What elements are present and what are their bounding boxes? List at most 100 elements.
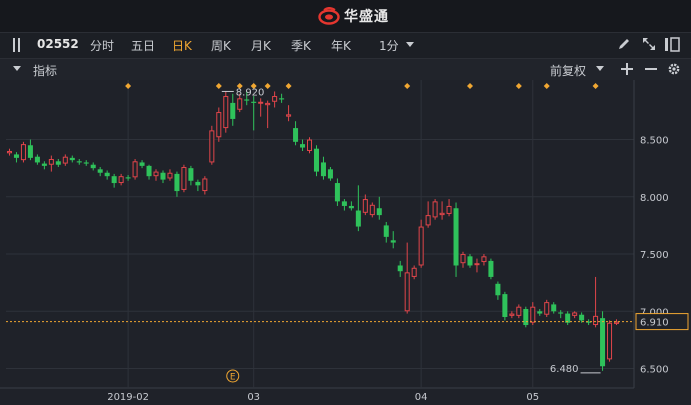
candle-body-up: [446, 205, 452, 214]
candle-body-down: [27, 145, 33, 158]
x-tick-label: 03: [247, 392, 260, 403]
period-toolbar: 02552 分时 五日 日K 周K 月K 季K 年K 1分: [0, 33, 691, 59]
high-label: 8.920: [236, 87, 265, 98]
candle-body-up: [118, 176, 124, 184]
candle-body-down: [34, 156, 40, 163]
candle-body-down: [146, 165, 152, 177]
candle-body-up: [272, 96, 278, 102]
candle-body-down: [104, 172, 110, 177]
candle-body-down: [97, 169, 103, 173]
candle-body-down: [376, 208, 382, 216]
candle-body-down: [41, 163, 47, 166]
candle-body-down: [327, 169, 333, 179]
candle-body-up: [237, 98, 243, 110]
app-title: 华盛通: [344, 9, 389, 25]
candle-body-down: [111, 176, 117, 184]
candle-body-down: [244, 99, 250, 101]
candle-body-down: [488, 260, 494, 277]
candle-body-down: [300, 144, 306, 148]
candle-body-down: [320, 162, 326, 177]
candle-body-down: [502, 294, 508, 318]
candle-body-up: [572, 312, 578, 316]
candle-body-up: [607, 322, 613, 360]
candle-body-up: [202, 178, 208, 192]
candle-body-up: [132, 161, 138, 178]
candle-body-down: [230, 102, 236, 119]
candle-body-down: [390, 240, 396, 243]
candle-body-down: [279, 98, 285, 100]
candle-body-down: [55, 161, 61, 165]
tab-quarterly-k[interactable]: 季K: [291, 37, 311, 54]
tab-five-day[interactable]: 五日: [131, 37, 155, 54]
x-tick-label: 05: [526, 392, 539, 403]
candle-body-up: [216, 112, 222, 138]
candle-body-down: [334, 183, 340, 202]
candle-body-up: [153, 171, 159, 177]
y-tick-label: 7.500: [640, 250, 669, 261]
candle-body-up: [258, 101, 264, 104]
kline-chart[interactable]: 8.5008.0007.5007.0006.500 2019-02 03 04 05 …: [0, 80, 691, 405]
indicator-label[interactable]: 指标: [33, 62, 57, 79]
collapse-icon[interactable]: [664, 37, 680, 52]
candle-body-down: [495, 283, 501, 296]
candle-body-up: [418, 226, 424, 266]
chart-background: [0, 80, 691, 405]
tab-yearly-k[interactable]: 年K: [331, 37, 351, 54]
tab-daily-k[interactable]: 日K: [172, 37, 192, 54]
y-tick-label: 8.500: [640, 136, 669, 147]
candle-body-down: [195, 181, 201, 186]
candle-body-down: [537, 311, 543, 314]
candle-body-up: [593, 315, 599, 326]
candle-body-down: [90, 164, 96, 169]
tab-weekly-k[interactable]: 周K: [211, 37, 231, 54]
interval-select[interactable]: 1分: [379, 37, 399, 54]
drag-handle-icon[interactable]: [13, 38, 21, 52]
low-label: 6.480: [550, 364, 579, 375]
candle-body-up: [20, 144, 26, 161]
expand-icon[interactable]: [642, 37, 656, 51]
candle-body-up: [62, 156, 68, 164]
plus-icon[interactable]: [621, 63, 633, 75]
caret-down-icon[interactable]: [13, 66, 21, 72]
pencil-icon[interactable]: [617, 37, 631, 51]
stock-code[interactable]: 02552: [37, 37, 79, 51]
y-tick-label: 6.500: [640, 365, 669, 376]
candle-body-up: [181, 167, 187, 190]
candle-body-up: [411, 267, 417, 277]
candle-body-up: [48, 159, 54, 165]
y-tick-label: 8.000: [640, 193, 669, 204]
candle-body-up: [306, 139, 313, 151]
candle-body-down: [174, 173, 180, 192]
candle-body-down: [13, 154, 19, 158]
candle-body-down: [139, 162, 145, 166]
gear-icon[interactable]: [667, 62, 681, 76]
candle-body-up: [362, 199, 368, 213]
candle-body-down: [125, 177, 131, 179]
candle-body-down: [341, 201, 347, 206]
candle-body-down: [558, 312, 564, 314]
brand-logo-icon: [318, 7, 340, 25]
candle-body-down: [188, 168, 194, 181]
brand: 华盛通: [318, 6, 389, 26]
candle-body-up: [6, 150, 13, 154]
candle-body-up: [481, 256, 487, 263]
candle-body-down: [313, 148, 320, 172]
candle-body-down: [69, 157, 75, 161]
chevron-down-icon[interactable]: [406, 42, 414, 48]
candle-body-up: [425, 215, 431, 226]
title-bar: 华盛通: [0, 0, 691, 33]
candle-body-down: [76, 161, 82, 163]
adjust-select[interactable]: 前复权: [550, 62, 586, 79]
last-price-label: 6.910: [640, 318, 669, 329]
candle-body-down: [453, 208, 459, 266]
tab-intraday[interactable]: 分时: [90, 37, 114, 54]
minus-icon[interactable]: [645, 63, 657, 75]
candle-body-down: [251, 101, 257, 103]
x-tick-label: 2019-02: [107, 392, 149, 403]
tab-monthly-k[interactable]: 月K: [251, 37, 271, 54]
event-e-label: E: [230, 373, 236, 383]
candle-body-down: [600, 318, 606, 367]
chevron-down-icon[interactable]: [596, 66, 604, 72]
candle-body-up: [209, 130, 215, 163]
candle-body-down: [551, 304, 557, 312]
